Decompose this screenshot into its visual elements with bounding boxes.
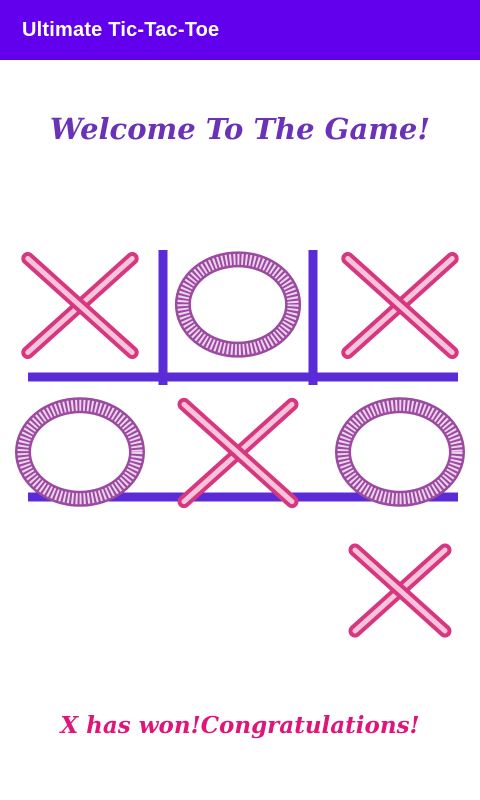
o-mark-icon (335, 397, 465, 507)
o-mark-icon (174, 251, 302, 358)
x-mark-icon (348, 543, 452, 638)
x-mark-icon (341, 252, 459, 359)
x-mark-icon (21, 252, 139, 359)
board-cell-3-2[interactable] (163, 525, 313, 650)
board-cell-2-1[interactable] (0, 375, 160, 525)
board-cell-2-2[interactable] (163, 375, 313, 525)
board-cell-3-3[interactable] (320, 525, 480, 650)
app-title: Ultimate Tic-Tac-Toe (22, 18, 220, 41)
app-bar: Ultimate Tic-Tac-Toe (0, 0, 480, 60)
board-cell-1-3[interactable] (320, 230, 480, 375)
game-board (0, 230, 480, 650)
result-message: X has won!Congratulations! (60, 712, 420, 739)
o-mark-icon (15, 397, 145, 507)
welcome-heading: Welcome To The Game! (49, 112, 431, 146)
board-cell-2-3[interactable] (320, 375, 480, 525)
board-cell-1-2[interactable] (163, 230, 313, 375)
board-cell-1-1[interactable] (0, 230, 160, 375)
board-cell-3-1[interactable] (0, 525, 160, 650)
x-mark-icon (177, 397, 299, 509)
